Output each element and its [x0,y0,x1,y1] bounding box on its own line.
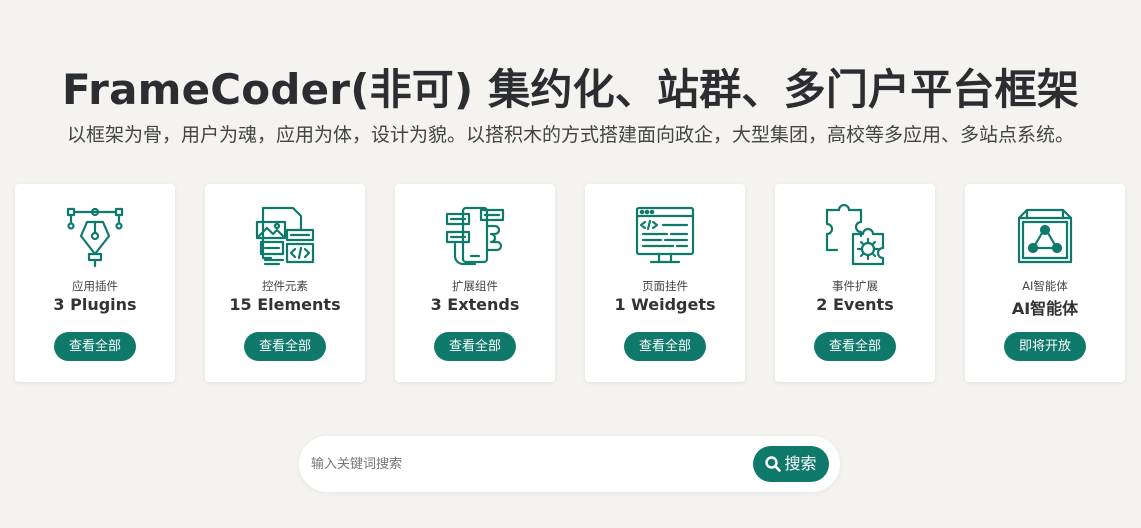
ai-cube-icon [1013,204,1077,268]
category-cards: 应用插件 3 Plugins 查看全部 控件元素 15 Elements 查看全… [15,184,1125,382]
card-category: 应用插件 [72,279,118,293]
card-plugins: 应用插件 3 Plugins 查看全部 [15,184,175,382]
search-button-label: 搜索 [784,454,817,473]
card-count: 15 Elements [229,295,341,314]
phone-extend-icon [443,204,507,268]
view-all-plugins-button[interactable]: 查看全部 [54,332,136,361]
card-count: 2 Events [816,295,894,314]
page-subtitle: 以框架为骨，用户为魂，应用为体，设计为貌。以搭积木的方式搭建面向政企，大型集团，… [66,124,1074,146]
card-category: 事件扩展 [832,279,878,293]
card-category: 控件元素 [262,279,308,293]
card-ai-agent: AI智能体 AI智能体 即将开放 [965,184,1125,382]
card-category: AI智能体 [1022,279,1068,293]
card-elements: 控件元素 15 Elements 查看全部 [205,184,365,382]
card-widgets: 页面挂件 1 Weidgets 查看全部 [585,184,745,382]
coming-soon-button[interactable]: 即将开放 [1004,332,1086,361]
card-count: 3 Plugins [53,295,137,314]
card-extends: 扩展组件 3 Extends 查看全部 [395,184,555,382]
search-input[interactable] [311,450,741,478]
pen-tool-icon [63,204,127,268]
search-icon [765,456,782,472]
card-count: 1 Weidgets [614,295,716,314]
search-bar: 搜索 [299,436,840,492]
code-window-icon [633,204,697,268]
card-count: 3 Extends [430,295,520,314]
page-title: FrameCoder(非可) 集约化、站群、多门户平台框架 [61,65,1080,114]
view-all-events-button[interactable]: 查看全部 [814,332,896,361]
view-all-extends-button[interactable]: 查看全部 [434,332,516,361]
puzzle-gear-icon [823,204,887,268]
card-count: AI智能体 [1011,299,1079,318]
card-category: 扩展组件 [452,279,498,293]
widgets-icon [253,204,317,268]
view-all-elements-button[interactable]: 查看全部 [244,332,326,361]
search-button[interactable]: 搜索 [753,446,829,482]
card-events: 事件扩展 2 Events 查看全部 [775,184,935,382]
view-all-widgets-button[interactable]: 查看全部 [624,332,706,361]
card-category: 页面挂件 [642,279,688,293]
